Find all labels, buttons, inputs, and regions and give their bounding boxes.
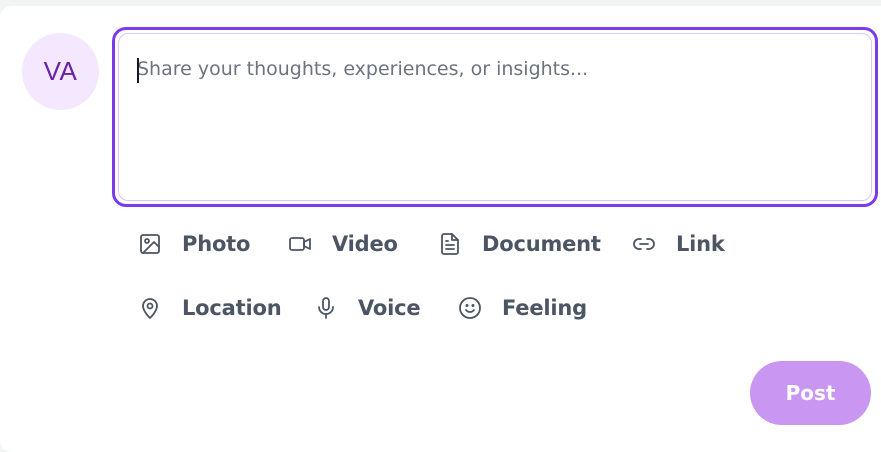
link-label: Link <box>676 232 725 256</box>
location-button[interactable]: Location <box>138 292 314 324</box>
map-pin-icon <box>138 296 162 320</box>
photo-label: Photo <box>182 232 251 256</box>
link-button[interactable]: Link <box>632 228 725 260</box>
video-label: Video <box>332 232 398 256</box>
feeling-label: Feeling <box>502 296 587 320</box>
voice-button[interactable]: Voice <box>314 292 458 324</box>
voice-label: Voice <box>358 296 421 320</box>
feeling-button[interactable]: Feeling <box>458 292 587 324</box>
text-caret <box>137 58 139 83</box>
video-button[interactable]: Video <box>288 228 438 260</box>
post-composer-card: VA Photo Video Document <box>0 6 881 452</box>
avatar-initials: VA <box>43 56 78 86</box>
avatar: VA <box>22 33 99 110</box>
location-label: Location <box>182 296 282 320</box>
smiley-icon <box>458 296 482 320</box>
composer-box <box>118 33 872 201</box>
composer-focus-ring <box>112 27 878 207</box>
video-icon <box>288 232 312 256</box>
document-button[interactable]: Document <box>438 228 632 260</box>
photo-button[interactable]: Photo <box>138 228 288 260</box>
post-button[interactable]: Post <box>750 361 871 425</box>
attachment-actions-row-2: Location Voice Feeling <box>138 292 587 324</box>
post-text-input[interactable] <box>119 34 871 200</box>
image-icon <box>138 232 162 256</box>
attachment-actions-row-1: Photo Video Document Link <box>138 228 725 260</box>
microphone-icon <box>314 296 338 320</box>
document-icon <box>438 232 462 256</box>
link-icon <box>632 232 656 256</box>
document-label: Document <box>482 232 601 256</box>
